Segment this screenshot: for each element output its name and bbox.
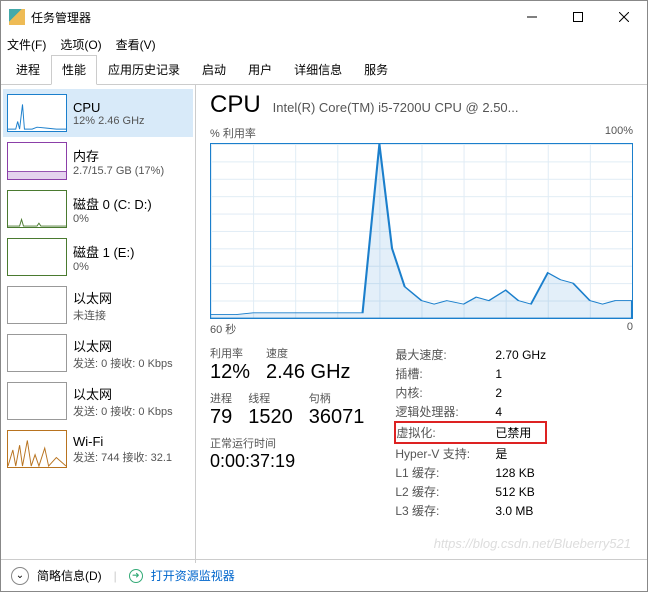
utilization-value: 12% bbox=[210, 361, 250, 384]
minimize-button[interactable] bbox=[509, 1, 555, 33]
threads-value: 1520 bbox=[248, 406, 293, 429]
cpu-model: Intel(R) Core(TM) i5-7200U CPU @ 2.50... bbox=[273, 100, 519, 115]
app-icon bbox=[9, 9, 25, 25]
handles-value: 36071 bbox=[309, 406, 365, 429]
open-resmon-link[interactable]: 打开资源监视器 bbox=[151, 567, 235, 584]
sidebar-item-eth1[interactable]: 以太网发送: 0 接收: 0 Kbps bbox=[3, 329, 193, 377]
disk-thumb-icon bbox=[7, 238, 67, 276]
tab-app-history[interactable]: 应用历史记录 bbox=[97, 55, 191, 85]
cores: 2 bbox=[495, 383, 546, 402]
disk-thumb-icon bbox=[7, 190, 67, 228]
l2-cache: 512 KB bbox=[495, 482, 546, 501]
sidebar-item-label: 以太网 bbox=[73, 336, 173, 355]
sidebar-item-label: 磁盘 0 (C: D:) bbox=[73, 194, 152, 213]
sidebar-item-disk1[interactable]: 磁盘 1 (E:)0% bbox=[3, 233, 193, 281]
cpu-thumb-icon bbox=[7, 94, 67, 132]
tab-processes[interactable]: 进程 bbox=[5, 55, 51, 85]
speed-value: 2.46 GHz bbox=[266, 361, 350, 384]
sidebar-item-cpu[interactable]: CPU12% 2.46 GHz bbox=[3, 89, 193, 137]
ethernet-thumb-icon bbox=[7, 334, 67, 372]
ethernet-thumb-icon bbox=[7, 382, 67, 420]
sidebar-item-disk0[interactable]: 磁盘 0 (C: D:)0% bbox=[3, 185, 193, 233]
collapse-icon[interactable]: ⌄ bbox=[11, 567, 29, 585]
menu-file[interactable]: 文件(F) bbox=[7, 36, 46, 53]
hyperv-support: 是 bbox=[495, 443, 546, 463]
uptime-value: 0:00:37:19 bbox=[210, 451, 364, 472]
close-button[interactable] bbox=[601, 1, 647, 33]
processes-value: 79 bbox=[210, 406, 232, 429]
tab-services[interactable]: 服务 bbox=[353, 55, 399, 85]
footer-bar: ⌄ 简略信息(D) | ➜ 打开资源监视器 bbox=[1, 559, 647, 591]
window-title: 任务管理器 bbox=[31, 9, 509, 26]
ethernet-thumb-icon bbox=[7, 286, 67, 324]
wifi-thumb-icon bbox=[7, 430, 67, 468]
sidebar-item-memory[interactable]: 内存2.7/15.7 GB (17%) bbox=[3, 137, 193, 185]
cpu-details-table: 最大速度:2.70 GHz 插槽:1 内核:2 逻辑处理器:4 虚拟化:已禁用 … bbox=[394, 345, 547, 520]
memory-thumb-icon bbox=[7, 142, 67, 180]
chart-xmax: 60 秒 bbox=[210, 321, 236, 337]
l1-cache: 128 KB bbox=[495, 463, 546, 482]
cpu-usage-chart bbox=[210, 143, 633, 319]
sidebar-item-label: 以太网 bbox=[73, 384, 173, 403]
sidebar-item-label: 磁盘 1 (E:) bbox=[73, 242, 134, 261]
maximize-button[interactable] bbox=[555, 1, 601, 33]
sidebar-item-eth2[interactable]: 以太网发送: 0 接收: 0 Kbps bbox=[3, 377, 193, 425]
main-panel: CPU Intel(R) Core(TM) i5-7200U CPU @ 2.5… bbox=[196, 85, 647, 563]
menu-view[interactable]: 查看(V) bbox=[116, 36, 156, 53]
brief-info-link[interactable]: 简略信息(D) bbox=[37, 567, 102, 584]
tab-details[interactable]: 详细信息 bbox=[283, 55, 353, 85]
sidebar: CPU12% 2.46 GHz 内存2.7/15.7 GB (17%) 磁盘 0… bbox=[1, 85, 196, 563]
logical-processors: 4 bbox=[495, 402, 546, 422]
sidebar-item-wifi[interactable]: Wi-Fi发送: 744 接收: 32.1 bbox=[3, 425, 193, 473]
menu-options[interactable]: 选项(O) bbox=[60, 36, 101, 53]
chart-xmin: 0 bbox=[627, 321, 633, 337]
chart-ylabel: % 利用率 bbox=[210, 125, 256, 141]
tab-performance[interactable]: 性能 bbox=[51, 55, 97, 85]
tab-startup[interactable]: 启动 bbox=[191, 55, 237, 85]
l3-cache: 3.0 MB bbox=[495, 501, 546, 520]
max-speed: 2.70 GHz bbox=[495, 345, 546, 364]
sockets: 1 bbox=[495, 364, 546, 383]
sidebar-item-label: 以太网 bbox=[73, 288, 112, 307]
sidebar-item-label: 内存 bbox=[73, 146, 164, 165]
sidebar-item-label: CPU bbox=[73, 100, 145, 115]
page-title: CPU bbox=[210, 91, 261, 119]
sidebar-item-eth0[interactable]: 以太网未连接 bbox=[3, 281, 193, 329]
virtualization: 已禁用 bbox=[495, 422, 546, 443]
sidebar-item-label: Wi-Fi bbox=[73, 434, 172, 449]
resmon-icon: ➜ bbox=[129, 569, 143, 583]
watermark: https://blog.csdn.net/Blueberry521 bbox=[434, 536, 631, 551]
chart-ymax: 100% bbox=[605, 125, 633, 141]
tab-users[interactable]: 用户 bbox=[237, 55, 283, 85]
tab-bar: 进程 性能 应用历史记录 启动 用户 详细信息 服务 bbox=[1, 55, 647, 85]
